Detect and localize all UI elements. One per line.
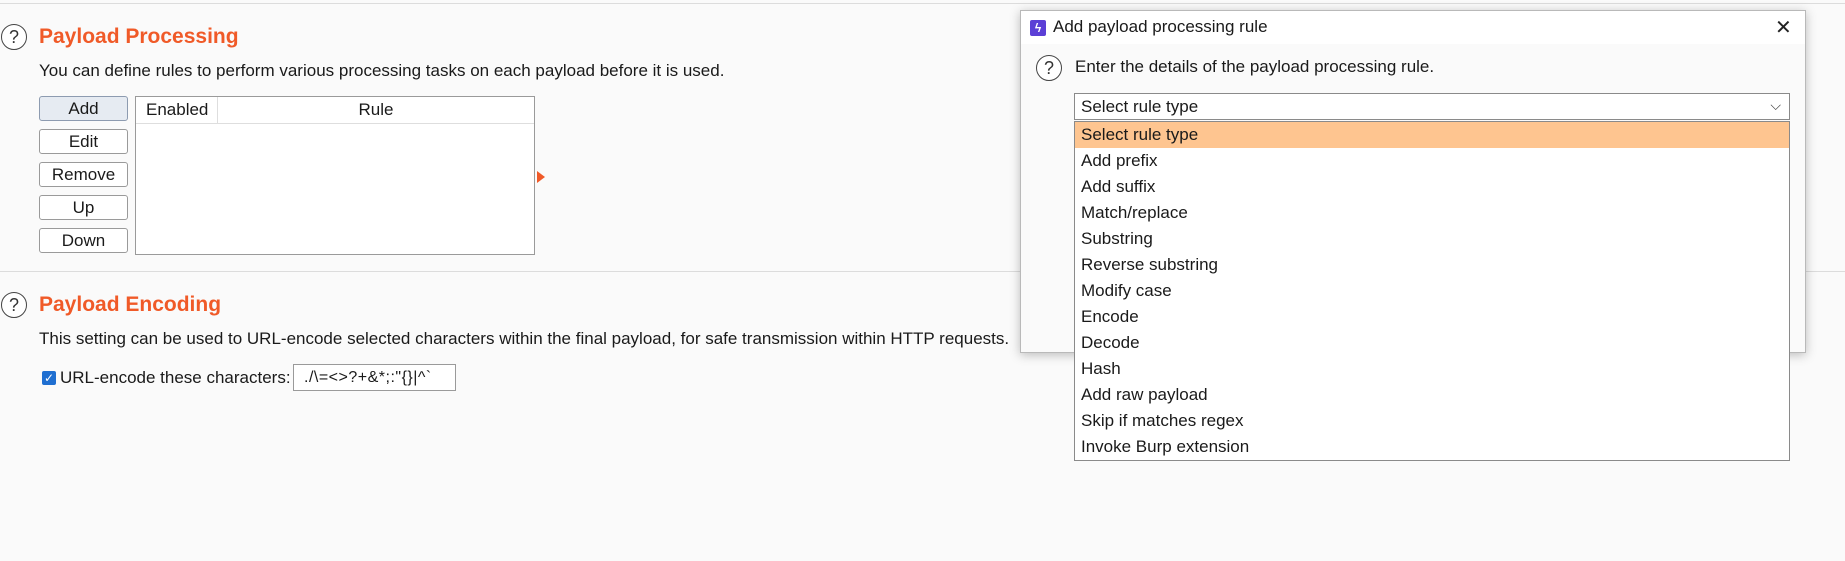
- dropdown-option[interactable]: Match/replace: [1075, 200, 1789, 226]
- dropdown-option[interactable]: Modify case: [1075, 278, 1789, 304]
- remove-button[interactable]: Remove: [39, 162, 128, 187]
- section-title-encoding: Payload Encoding: [39, 293, 222, 316]
- dropdown-option[interactable]: Add prefix: [1075, 148, 1789, 174]
- logo-glyph: ϟ: [1034, 21, 1042, 35]
- dialog-prompt: Enter the details of the payload process…: [1075, 57, 1435, 76]
- top-divider: [0, 3, 1845, 4]
- rules-table[interactable]: Enabled Rule: [135, 96, 535, 255]
- column-header-rule[interactable]: Rule: [218, 97, 534, 123]
- expand-arrow-icon[interactable]: [537, 171, 545, 183]
- dialog-title: Add payload processing rule: [1053, 17, 1268, 36]
- dropdown-option[interactable]: Hash: [1075, 356, 1789, 382]
- dropdown-option[interactable]: Add raw payload: [1075, 382, 1789, 408]
- rules-table-header: Enabled Rule: [136, 97, 534, 124]
- down-button[interactable]: Down: [39, 228, 128, 253]
- help-icon[interactable]: ?: [1, 292, 27, 318]
- help-glyph: ?: [8, 26, 19, 47]
- dropdown-option[interactable]: Substring: [1075, 226, 1789, 252]
- dropdown-option[interactable]: Invoke Burp extension: [1075, 434, 1789, 460]
- rule-type-selected-value: Select rule type: [1081, 96, 1199, 116]
- dropdown-option[interactable]: Reverse substring: [1075, 252, 1789, 278]
- url-encode-checkbox[interactable]: ✓: [42, 371, 56, 385]
- encoding-description: This setting can be used to URL-encode s…: [39, 329, 1010, 348]
- check-icon: ✓: [43, 371, 55, 385]
- column-header-enabled[interactable]: Enabled: [136, 97, 218, 123]
- edit-button[interactable]: Edit: [39, 129, 128, 154]
- help-glyph: ?: [8, 294, 19, 315]
- url-encode-label: URL-encode these characters:: [60, 368, 291, 387]
- help-icon[interactable]: ?: [1, 24, 27, 50]
- chevron-down-icon: ⌵: [1770, 97, 1781, 113]
- section-title-processing: Payload Processing: [39, 25, 239, 48]
- dropdown-option[interactable]: Skip if matches regex: [1075, 408, 1789, 434]
- help-glyph: ?: [1043, 57, 1054, 78]
- dropdown-option[interactable]: Select rule type: [1075, 122, 1789, 148]
- close-icon[interactable]: ✕: [1775, 15, 1792, 40]
- dropdown-option[interactable]: Add suffix: [1075, 174, 1789, 200]
- rule-type-select[interactable]: Select rule type ⌵: [1074, 93, 1790, 120]
- help-icon[interactable]: ?: [1036, 55, 1062, 81]
- add-button[interactable]: Add: [39, 96, 128, 121]
- processing-description: You can define rules to perform various …: [39, 61, 725, 80]
- up-button[interactable]: Up: [39, 195, 128, 220]
- rule-type-dropdown: Select rule type Add prefix Add suffix M…: [1074, 121, 1790, 461]
- url-encode-characters-field[interactable]: ./\=<>?+&*;:"{}|^`: [293, 364, 456, 391]
- dropdown-option[interactable]: Encode: [1075, 304, 1789, 330]
- dropdown-option[interactable]: Decode: [1075, 330, 1789, 356]
- burp-logo-icon: ϟ: [1030, 20, 1046, 36]
